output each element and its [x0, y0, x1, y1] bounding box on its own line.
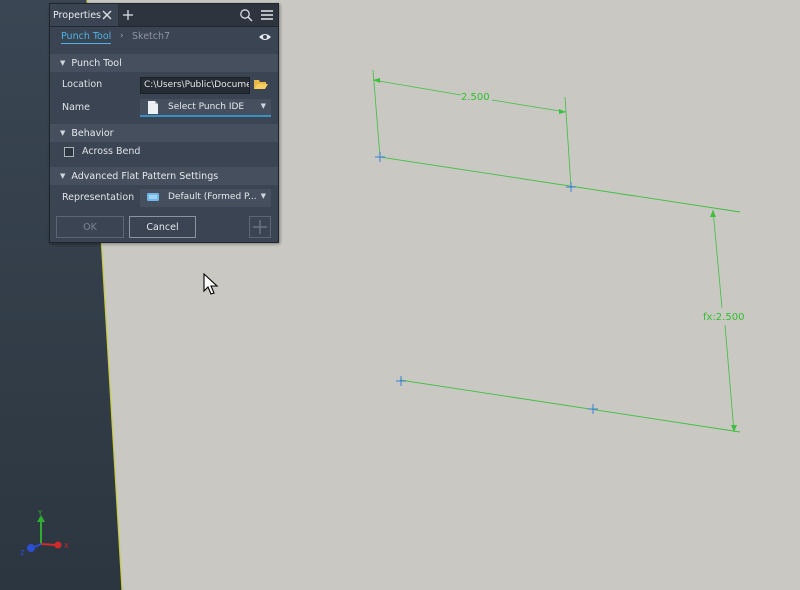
triad-y-label: Y — [37, 509, 43, 517]
triad-z-label: Z — [20, 549, 25, 557]
section-punch-tool[interactable]: ▼ Punch Tool — [50, 54, 278, 72]
view-triad-icon[interactable]: Y X Z — [18, 508, 78, 558]
across-bend-checkbox[interactable] — [64, 147, 74, 157]
triad-x-label: X — [64, 542, 69, 550]
breadcrumb-punch-tool[interactable]: Punch Tool — [61, 31, 112, 44]
location-label: Location — [62, 79, 103, 90]
section-advanced-flat-pattern[interactable]: ▼ Advanced Flat Pattern Settings — [50, 167, 278, 185]
representation-label: Representation — [62, 192, 135, 203]
location-field[interactable]: C:\Users\Public\Documer — [140, 77, 250, 94]
eye-icon[interactable] — [258, 32, 272, 42]
dimension-vertical-text[interactable]: fx:2.500 — [703, 312, 744, 323]
section-advanced-label: Advanced Flat Pattern Settings — [71, 170, 219, 182]
close-icon[interactable] — [101, 8, 113, 22]
dimension-horizontal-text[interactable]: 2.500 — [461, 92, 490, 103]
tab-properties-label: Properties — [53, 9, 102, 21]
breadcrumb-sketch[interactable]: Sketch7 — [132, 31, 170, 42]
plus-icon — [253, 220, 267, 234]
chevron-down-icon: ▼ — [260, 192, 266, 200]
panel-tabbar: Properties — [50, 4, 278, 27]
name-select[interactable]: Select Punch IDE ▼ — [140, 99, 271, 117]
properties-panel: Properties Punch Tool › Sketch7 ▼ Punch … — [49, 3, 279, 243]
collapse-triangle-icon: ▼ — [60, 172, 66, 180]
flat-pattern-icon — [147, 193, 159, 201]
section-behavior-label: Behavior — [71, 127, 114, 139]
chevron-right-icon: › — [120, 31, 124, 41]
document-icon — [148, 101, 158, 114]
chevron-down-icon: ▼ — [260, 102, 266, 110]
section-behavior[interactable]: ▼ Behavior — [50, 124, 278, 142]
search-icon[interactable] — [239, 8, 253, 22]
section-punch-tool-label: Punch Tool — [71, 57, 122, 69]
folder-open-icon[interactable] — [253, 77, 269, 91]
collapse-triangle-icon: ▼ — [60, 59, 66, 67]
apply-plus-button[interactable] — [249, 216, 271, 238]
plus-icon[interactable] — [121, 8, 135, 22]
mouse-cursor-icon — [203, 273, 219, 295]
name-select-value: Select Punch IDE — [168, 102, 245, 112]
across-bend-label[interactable]: Across Bend — [82, 146, 140, 157]
cancel-button[interactable]: Cancel — [129, 216, 196, 238]
ok-button[interactable]: OK — [56, 216, 124, 238]
representation-value: Default (Formed P... — [168, 192, 257, 202]
name-label: Name — [62, 102, 91, 113]
representation-select[interactable]: Default (Formed P... ▼ — [140, 189, 271, 207]
breadcrumb: Punch Tool › Sketch7 — [50, 27, 278, 49]
collapse-triangle-icon: ▼ — [60, 129, 66, 137]
hamburger-menu-icon[interactable] — [260, 8, 274, 22]
